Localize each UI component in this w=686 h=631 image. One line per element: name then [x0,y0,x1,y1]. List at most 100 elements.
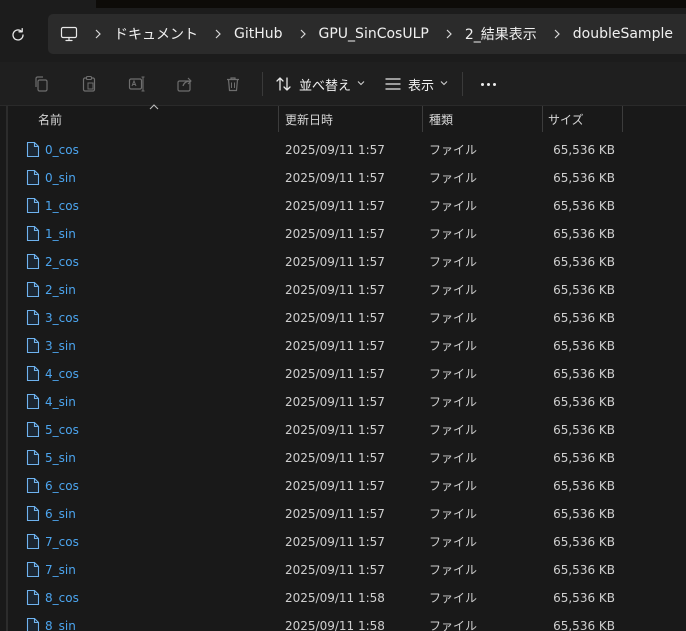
file-row[interactable]: 4_sin 2025/09/11 1:57 ファイル 65,536 KB [0,388,686,416]
toolbar-divider [462,72,463,96]
file-explorer-window: ドキュメント GitHub GPU_SinCosULP 2_結果表示 doubl… [0,0,686,631]
file-type: ファイル [429,255,478,269]
file-modified: 2025/09/11 1:57 [285,479,385,493]
file-icon [26,225,40,242]
file-row[interactable]: 3_cos 2025/09/11 1:57 ファイル 65,536 KB [0,304,686,332]
file-name[interactable]: 0_sin [45,164,76,192]
column-divider[interactable] [278,106,279,132]
address-bar[interactable]: ドキュメント GitHub GPU_SinCosULP 2_結果表示 doubl… [48,14,686,54]
file-size: 65,536 KB [553,339,615,353]
column-divider[interactable] [622,106,623,132]
column-type[interactable]: 種類 [429,106,453,132]
column-name[interactable]: 名前 [38,106,62,132]
breadcrumb-github[interactable]: GitHub [230,26,291,42]
file-size: 65,536 KB [553,367,615,381]
breadcrumb-current-folder[interactable]: doubleSample [569,26,681,42]
paste-button[interactable] [77,72,101,96]
chevron-right-icon[interactable] [86,14,110,54]
file-row[interactable]: 3_sin 2025/09/11 1:57 ファイル 65,536 KB [0,332,686,360]
sort-button[interactable]: 並べ替え [275,70,365,98]
file-row[interactable]: 4_cos 2025/09/11 1:57 ファイル 65,536 KB [0,360,686,388]
pc-icon[interactable] [52,14,86,54]
file-icon [26,477,40,494]
file-row[interactable]: 5_cos 2025/09/11 1:57 ファイル 65,536 KB [0,416,686,444]
file-name[interactable]: 6_sin [45,500,76,528]
file-name[interactable]: 0_cos [45,136,79,164]
file-modified: 2025/09/11 1:57 [285,423,385,437]
rename-button[interactable] [125,72,149,96]
file-modified: 2025/09/11 1:57 [285,339,385,353]
file-row[interactable]: 6_cos 2025/09/11 1:57 ファイル 65,536 KB [0,472,686,500]
column-header: 名前 更新日時 種類 サイズ [0,104,686,132]
file-type: ファイル [429,451,478,465]
file-name[interactable]: 6_cos [45,472,79,500]
file-row[interactable]: 7_sin 2025/09/11 1:57 ファイル 65,536 KB [0,556,686,584]
file-size: 65,536 KB [553,507,615,521]
delete-button[interactable] [221,72,245,96]
file-row[interactable]: 8_sin 2025/09/11 1:58 ファイル 65,536 KB [0,612,686,631]
file-type: ファイル [429,619,478,631]
file-modified: 2025/09/11 1:57 [285,143,385,157]
file-name[interactable]: 5_cos [45,416,79,444]
sort-icon [276,77,291,91]
breadcrumb-documents[interactable]: ドキュメント [110,24,206,44]
file-size: 65,536 KB [553,171,615,185]
file-name[interactable]: 1_sin [45,220,76,248]
file-row[interactable]: 0_cos 2025/09/11 1:57 ファイル 65,536 KB [0,136,686,164]
file-icon [26,169,40,186]
chevron-right-icon[interactable] [437,14,461,54]
refresh-icon [12,27,24,41]
file-icon [26,365,40,382]
file-row[interactable]: 8_cos 2025/09/11 1:58 ファイル 65,536 KB [0,584,686,612]
file-size: 65,536 KB [553,479,615,493]
file-row[interactable]: 1_cos 2025/09/11 1:57 ファイル 65,536 KB [0,192,686,220]
file-size: 65,536 KB [553,143,615,157]
file-name[interactable]: 8_sin [45,612,76,631]
file-name[interactable]: 2_sin [45,276,76,304]
file-size: 65,536 KB [553,283,615,297]
file-row[interactable]: 6_sin 2025/09/11 1:57 ファイル 65,536 KB [0,500,686,528]
column-divider[interactable] [542,106,543,132]
file-row[interactable]: 1_sin 2025/09/11 1:57 ファイル 65,536 KB [0,220,686,248]
file-row[interactable]: 7_cos 2025/09/11 1:57 ファイル 65,536 KB [0,528,686,556]
file-modified: 2025/09/11 1:57 [285,507,385,521]
refresh-button[interactable] [6,24,30,46]
file-name[interactable]: 3_cos [45,304,79,332]
file-name[interactable]: 7_cos [45,528,79,556]
file-type: ファイル [429,535,478,549]
title-bar-edge [96,0,686,8]
share-button[interactable] [173,72,197,96]
file-name[interactable]: 1_cos [45,192,79,220]
chevron-right-icon[interactable] [545,14,569,54]
column-size-label: サイズ [548,112,584,127]
file-name[interactable]: 2_cos [45,248,79,276]
column-size[interactable]: サイズ [548,106,584,132]
file-name[interactable]: 5_sin [45,444,76,472]
view-button[interactable]: 表示 [384,70,448,98]
file-row[interactable]: 2_cos 2025/09/11 1:57 ファイル 65,536 KB [0,248,686,276]
breadcrumb-results[interactable]: 2_結果表示 [461,24,545,44]
file-name[interactable]: 8_cos [45,584,79,612]
breadcrumb-gpu-sincosulp[interactable]: GPU_SinCosULP [315,26,437,42]
file-name[interactable]: 7_sin [45,556,76,584]
file-row[interactable]: 5_sin 2025/09/11 1:57 ファイル 65,536 KB [0,444,686,472]
file-modified: 2025/09/11 1:57 [285,171,385,185]
file-icon [26,309,40,326]
file-row[interactable]: 2_sin 2025/09/11 1:57 ファイル 65,536 KB [0,276,686,304]
file-size: 65,536 KB [553,591,615,605]
file-size: 65,536 KB [553,451,615,465]
column-divider[interactable] [422,106,423,132]
column-modified[interactable]: 更新日時 [285,106,333,132]
file-type: ファイル [429,479,478,493]
file-name[interactable]: 3_sin [45,332,76,360]
chevron-right-icon[interactable] [291,14,315,54]
file-modified: 2025/09/11 1:57 [285,367,385,381]
file-icon [26,141,40,158]
copy-button[interactable] [29,72,53,96]
chevron-right-icon[interactable] [206,14,230,54]
more-icon[interactable] [476,72,500,96]
file-name[interactable]: 4_sin [45,388,76,416]
file-name[interactable]: 4_cos [45,360,79,388]
file-row[interactable]: 0_sin 2025/09/11 1:57 ファイル 65,536 KB [0,164,686,192]
file-icon [26,505,40,522]
